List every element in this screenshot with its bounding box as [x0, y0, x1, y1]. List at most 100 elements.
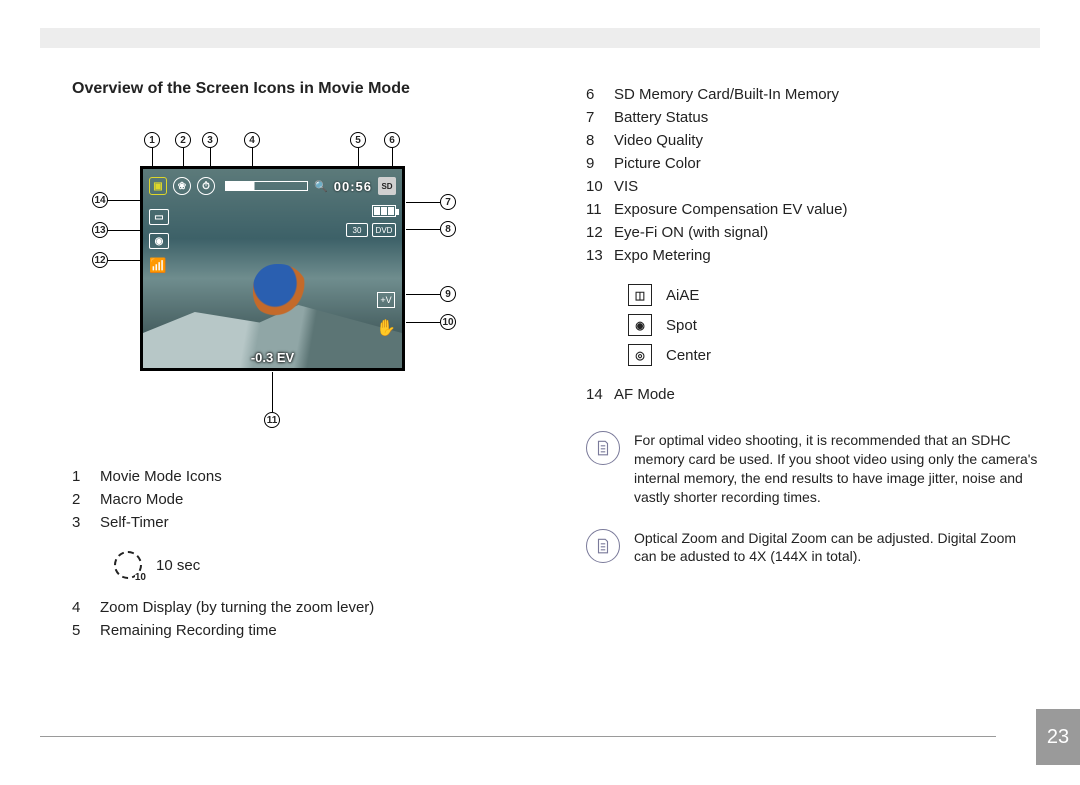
list-num: 10	[586, 178, 614, 195]
list-num: 9	[586, 155, 614, 172]
remaining-time: 00:56	[334, 179, 372, 194]
callout: 3	[202, 132, 218, 148]
metering-icon: ◉	[149, 233, 169, 249]
timer-10-icon: 10	[114, 551, 142, 579]
lead	[392, 148, 393, 166]
page-number: 23	[1036, 709, 1080, 765]
right-column: 6SD Memory Card/Built-In Memory 7Battery…	[586, 80, 1040, 645]
sd-card-icon: SD	[378, 177, 396, 195]
note-text: For optimal video shooting, it is recomm…	[634, 431, 1040, 507]
callout: 6	[384, 132, 400, 148]
list-num: 5	[72, 622, 100, 639]
list-text: Remaining Recording time	[100, 622, 374, 639]
lead	[272, 372, 273, 412]
video-quality-icon: DVD	[372, 223, 396, 237]
lead	[406, 202, 440, 203]
bird-graphic	[253, 264, 308, 319]
list-text: Picture Color	[614, 155, 847, 172]
list-num: 8	[586, 132, 614, 149]
callout: 5	[350, 132, 366, 148]
osd-right-col: 30 DVD	[346, 205, 396, 237]
note-icon	[586, 431, 620, 465]
list-num: 2	[72, 491, 100, 508]
list-text: Movie Mode Icons	[100, 468, 222, 485]
left-list-2: 4Zoom Display (by turning the zoom lever…	[72, 593, 374, 645]
list-text: Battery Status	[614, 109, 847, 126]
lead	[152, 148, 153, 166]
list-num: 11	[586, 201, 614, 218]
af-mode-icon: ▭	[149, 209, 169, 225]
osd-left-col: ▭ ◉ 📶	[149, 209, 169, 274]
right-list-2: 14AF Mode	[586, 380, 675, 409]
page-content: Overview of the Screen Icons in Movie Mo…	[72, 80, 1040, 645]
list-text: Eye-Fi ON (with signal)	[614, 224, 847, 241]
vis-icon: ✋	[376, 318, 396, 338]
list-text: SD Memory Card/Built-In Memory	[614, 86, 847, 103]
list-num: 3	[72, 514, 100, 531]
list-num: 13	[586, 247, 614, 264]
self-timer-icon: ⏱	[197, 177, 215, 195]
callout: 1	[144, 132, 160, 148]
ev-value: -0.3 EV	[251, 350, 294, 365]
callout: 12	[92, 252, 108, 268]
note-block: For optimal video shooting, it is recomm…	[586, 431, 1040, 507]
sublist-label: Center	[666, 347, 711, 364]
callout: 8	[440, 221, 456, 237]
list-num: 14	[586, 386, 614, 403]
list-text: Macro Mode	[100, 491, 222, 508]
list-num: 4	[72, 599, 100, 616]
lead	[406, 294, 440, 295]
left-list: 1Movie Mode Icons 2Macro Mode 3Self-Time…	[72, 462, 222, 537]
picture-color-icon: +V	[377, 292, 395, 308]
sublist-label: 10 sec	[156, 557, 200, 574]
callout: 4	[244, 132, 260, 148]
osd-top-row: ▣ ❀ ⏱ 🔍 00:56 SD	[149, 175, 396, 197]
left-column: Overview of the Screen Icons in Movie Mo…	[72, 80, 526, 645]
page-header-bar	[40, 28, 1040, 48]
footer-rule	[40, 736, 996, 737]
movie-mode-icon: ▣	[149, 177, 167, 195]
callout: 14	[92, 192, 108, 208]
lead	[108, 260, 140, 261]
battery-icon	[372, 205, 396, 217]
fps-icon: 30	[346, 223, 368, 237]
lead	[183, 148, 184, 166]
callout: 11	[264, 412, 280, 428]
note-icon	[586, 529, 620, 563]
list-num: 12	[586, 224, 614, 241]
callout: 7	[440, 194, 456, 210]
lead	[406, 229, 440, 230]
lead	[252, 148, 253, 166]
spot-icon: ◉	[628, 314, 652, 336]
callout: 2	[175, 132, 191, 148]
list-num: 6	[586, 86, 614, 103]
aiae-icon: ◫	[628, 284, 652, 306]
note-text: Optical Zoom and Digital Zoom can be adj…	[634, 529, 1040, 567]
list-text: Exposure Compensation EV value)	[614, 201, 847, 218]
callout: 10	[440, 314, 456, 330]
eyefi-icon: 📶	[149, 257, 169, 274]
macro-icon: ❀	[173, 177, 191, 195]
center-icon: ◎	[628, 344, 652, 366]
sublist-label: AiAE	[666, 287, 699, 304]
metering-sublist: ◫ AiAE ◉ Spot ◎ Center	[628, 284, 1040, 366]
list-text: AF Mode	[614, 386, 675, 403]
camera-lcd: ▣ ❀ ⏱ 🔍 00:56 SD 30 DVD +V	[140, 166, 405, 371]
list-text: Video Quality	[614, 132, 847, 149]
osd-side-low: +V ✋	[376, 292, 396, 338]
list-num: 7	[586, 109, 614, 126]
section-title: Overview of the Screen Icons in Movie Mo…	[72, 80, 526, 98]
lead	[210, 148, 211, 166]
magnifier-icon: 🔍	[314, 180, 328, 193]
sublist-label: Spot	[666, 317, 697, 334]
list-text: Expo Metering	[614, 247, 847, 264]
list-text: VIS	[614, 178, 847, 195]
list-num: 1	[72, 468, 100, 485]
screen-diagram: ▣ ❀ ⏱ 🔍 00:56 SD 30 DVD +V	[72, 122, 492, 442]
list-text: Self-Timer	[100, 514, 222, 531]
note-block: Optical Zoom and Digital Zoom can be adj…	[586, 529, 1040, 567]
lead	[358, 148, 359, 166]
callout: 13	[92, 222, 108, 238]
list-text: Zoom Display (by turning the zoom lever)	[100, 599, 374, 616]
zoom-bar	[225, 181, 308, 191]
